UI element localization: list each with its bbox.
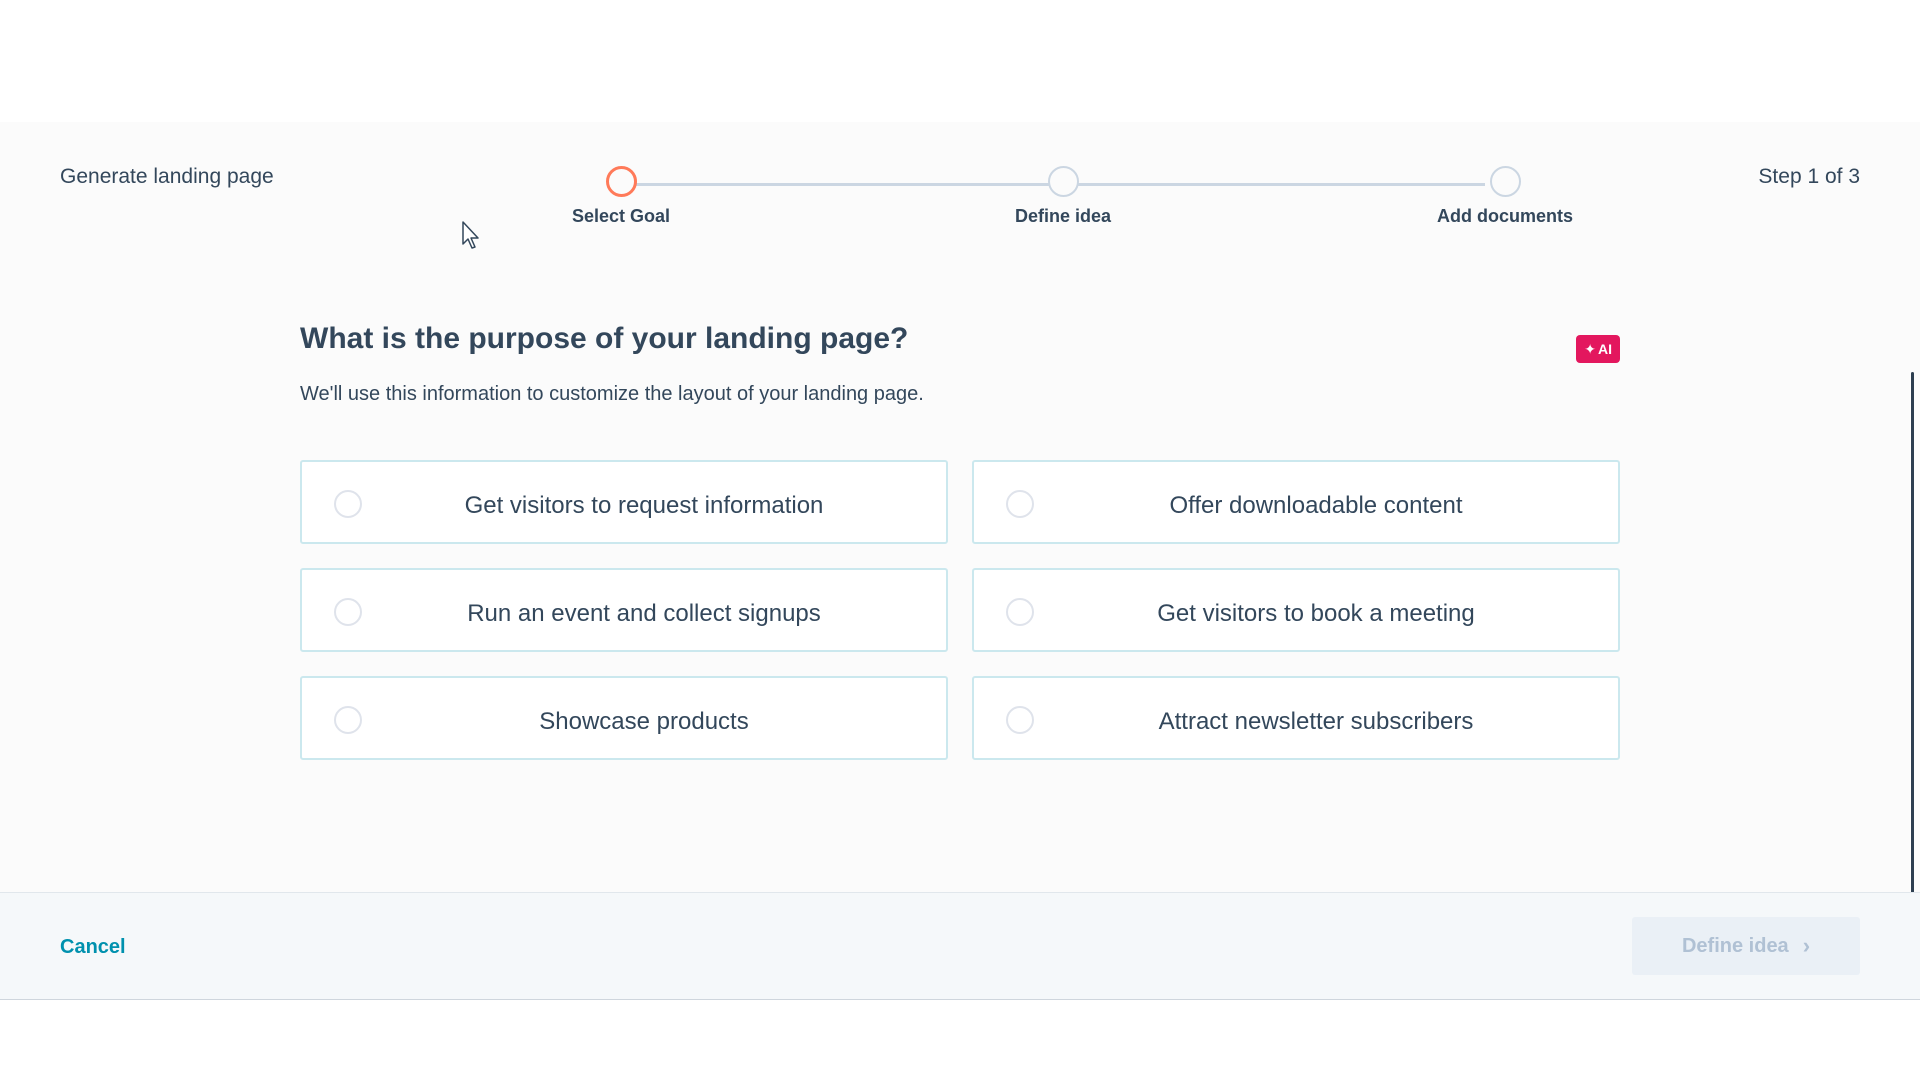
- step-label: Select Goal: [571, 206, 671, 226]
- option-newsletter-subscribers[interactable]: Attract newsletter subscribers: [972, 676, 1620, 760]
- option-book-meeting[interactable]: Get visitors to book a meeting: [972, 568, 1620, 652]
- step-define-idea: Define idea: [953, 144, 1173, 227]
- goal-options: Get visitors to request information Offe…: [300, 460, 1620, 760]
- chevron-right-icon: ›: [1802, 933, 1811, 958]
- step-counter: Step 1 of 3: [1758, 165, 1860, 188]
- option-request-information[interactable]: Get visitors to request information: [300, 460, 948, 544]
- option-label: Showcase products: [539, 708, 749, 735]
- sparkle-icon: ✦: [1584, 341, 1596, 357]
- step-label: Add documents: [1436, 206, 1573, 226]
- option-label: Run an event and collect signups: [467, 600, 821, 627]
- option-label: Offer downloadable content: [1169, 492, 1463, 519]
- landing-page-wizard: Generate landing page Select Goal Define…: [0, 122, 1920, 1000]
- step-select-goal: Select Goal: [511, 144, 731, 227]
- option-downloadable-content[interactable]: Offer downloadable content: [972, 460, 1620, 544]
- step-add-documents: Add documents: [1395, 144, 1615, 227]
- question-subtitle: We'll use this information to customize …: [300, 383, 924, 405]
- mouse-cursor-icon: [462, 221, 479, 249]
- step-indicator: [1047, 166, 1079, 197]
- ai-badge-label: AI: [1598, 341, 1612, 357]
- cancel-button[interactable]: Cancel: [60, 936, 126, 959]
- step-label: Define idea: [1014, 206, 1112, 226]
- wizard-footer: Cancel Define idea ›: [0, 892, 1920, 999]
- question-heading: What is the purpose of your landing page…: [300, 322, 909, 355]
- ai-badge: ✦ AI: [1576, 335, 1620, 363]
- option-label: Attract newsletter subscribers: [1158, 708, 1474, 735]
- option-event-signups[interactable]: Run an event and collect signups: [300, 568, 948, 652]
- option-showcase-products[interactable]: Showcase products: [300, 676, 948, 760]
- page-title: Generate landing page: [60, 165, 274, 188]
- progress-stepper: Select Goal Define idea Add documents: [495, 144, 1575, 227]
- step-indicator: [1489, 166, 1521, 197]
- step-indicator-active: [605, 166, 637, 197]
- wizard-header: Generate landing page Select Goal Define…: [0, 122, 1920, 242]
- option-label: Get visitors to book a meeting: [1157, 600, 1475, 627]
- next-button-label: Define idea: [1681, 934, 1789, 957]
- option-label: Get visitors to request information: [464, 492, 824, 519]
- define-idea-button[interactable]: Define idea ›: [1632, 917, 1860, 975]
